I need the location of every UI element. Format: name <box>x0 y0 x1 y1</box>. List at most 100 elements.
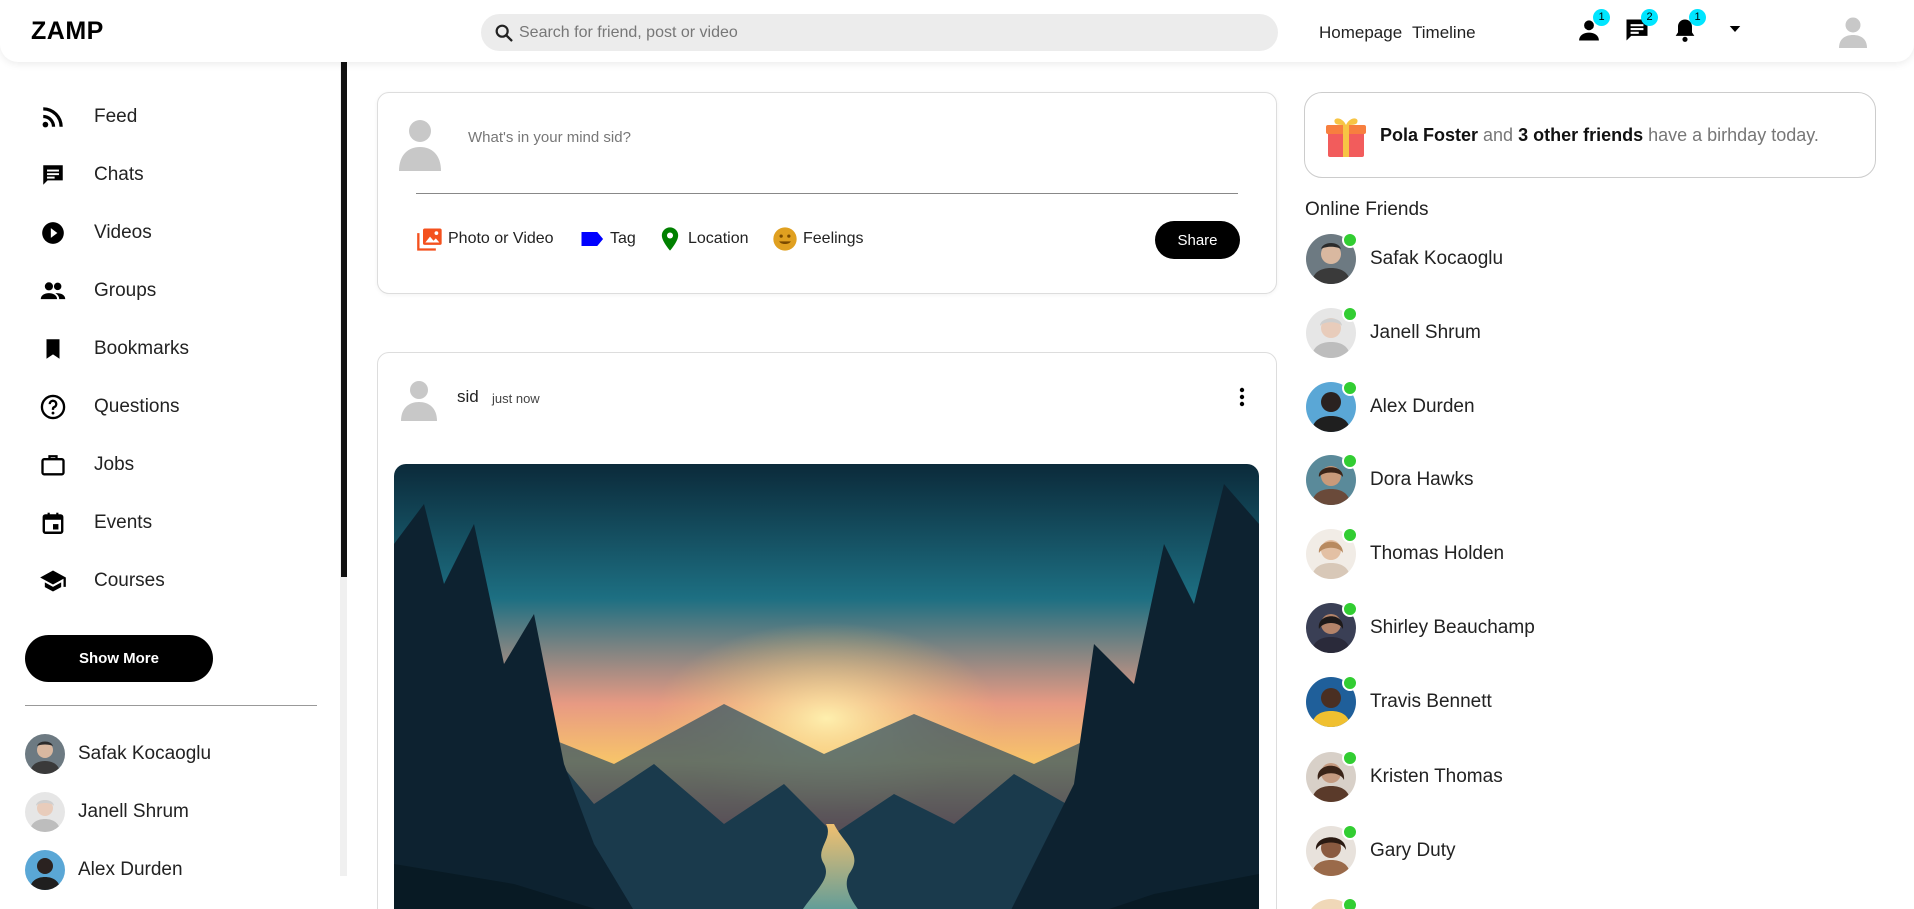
online-status-dot <box>1342 527 1358 543</box>
online-friend-item[interactable]: Thomas Holden <box>1306 527 1504 579</box>
friend-name: Alex Durden <box>78 859 183 880</box>
avatar <box>25 850 65 890</box>
online-friend-item[interactable]: Shirley Beauchamp <box>1306 601 1535 653</box>
sidebar-item-groups[interactable]: Groups <box>24 271 314 311</box>
tag-option[interactable]: Tag <box>578 225 636 253</box>
sidebar-item-label: Groups <box>94 280 157 301</box>
avatar <box>1306 527 1358 579</box>
sidebar-divider <box>25 705 317 706</box>
emoji-icon <box>771 225 799 253</box>
photo-or-video-option[interactable]: Photo or Video <box>416 225 554 253</box>
friend-requests-badge: 1 <box>1593 9 1610 26</box>
messages-button[interactable]: 2 <box>1623 9 1658 44</box>
nav-timeline-link[interactable]: Timeline <box>1412 23 1476 43</box>
sidebar-friend-item[interactable]: Safak Kocaoglu <box>25 734 211 774</box>
online-friend-item[interactable] <box>1306 897 1370 909</box>
online-status-dot <box>1342 897 1358 909</box>
more-vert-icon[interactable] <box>1230 385 1254 409</box>
location-option[interactable]: Location <box>656 225 749 253</box>
left-sidebar: Feed Chats Videos Groups Bookmarks Quest… <box>0 62 340 909</box>
top-bar: ZAMP Homepage Timeline 1 2 1 <box>0 0 1914 62</box>
avatar <box>399 120 441 171</box>
avatar <box>1306 306 1358 358</box>
post-image[interactable] <box>394 464 1259 909</box>
sidebar-item-questions[interactable]: Questions <box>24 387 314 427</box>
sidebar-item-feed[interactable]: Feed <box>24 97 314 137</box>
online-friend-item[interactable]: Travis Bennett <box>1306 675 1492 727</box>
play-circle-icon <box>38 218 68 248</box>
sidebar-friend-item[interactable]: Janell Shrum <box>25 792 189 832</box>
sidebar-friend-item[interactable]: Alex Durden <box>25 850 183 890</box>
location-pin-icon <box>656 225 684 253</box>
friend-name: Janell Shrum <box>1370 322 1481 343</box>
sidebar-item-label: Questions <box>94 396 180 417</box>
online-friend-item[interactable]: Gary Duty <box>1306 824 1456 876</box>
chevron-down-icon[interactable] <box>1726 20 1744 38</box>
online-friend-item[interactable]: Kristen Thomas <box>1306 750 1503 802</box>
birthday-card: Pola Foster and 3 other friends have a b… <box>1304 92 1876 178</box>
show-more-button[interactable]: Show More <box>25 635 213 682</box>
gift-icon <box>1326 118 1366 157</box>
online-status-dot <box>1342 232 1358 248</box>
avatar <box>25 734 65 774</box>
group-icon <box>38 276 68 306</box>
online-friend-item[interactable]: Alex Durden <box>1306 380 1475 432</box>
avatar <box>1306 601 1358 653</box>
avatar <box>1306 750 1358 802</box>
messages-badge: 2 <box>1641 9 1658 26</box>
sidebar-item-jobs[interactable]: Jobs <box>24 445 314 485</box>
sidebar-item-bookmarks[interactable]: Bookmarks <box>24 329 314 369</box>
composer-divider <box>416 193 1238 194</box>
search-bar[interactable] <box>481 14 1278 51</box>
question-icon <box>38 392 68 422</box>
friend-name: Safak Kocaoglu <box>78 743 212 764</box>
sidebar-scrollbar-thumb[interactable] <box>341 62 347 577</box>
sidebar-item-label: Chats <box>94 164 144 185</box>
friend-name: Shirley Beauchamp <box>1370 617 1535 638</box>
avatar[interactable] <box>1836 14 1870 48</box>
notifications-button[interactable]: 1 <box>1671 9 1706 44</box>
online-status-dot <box>1342 306 1358 322</box>
photo-icon <box>416 225 444 253</box>
nav-homepage-link[interactable]: Homepage <box>1319 23 1402 43</box>
search-input[interactable] <box>519 14 1259 51</box>
share-button[interactable]: Share <box>1155 221 1240 259</box>
avatar <box>1306 824 1358 876</box>
online-friend-item[interactable]: Janell Shrum <box>1306 306 1481 358</box>
post-card: sid just now <box>377 352 1277 909</box>
birthday-others[interactable]: 3 other friends <box>1518 125 1643 145</box>
search-icon <box>495 24 513 42</box>
sidebar-item-events[interactable]: Events <box>24 503 314 543</box>
birthday-suffix: have a birhday today. <box>1643 125 1819 145</box>
friend-name: Gary Duty <box>1370 840 1456 861</box>
birthday-name[interactable]: Pola Foster <box>1380 125 1478 145</box>
avatar <box>1306 232 1358 284</box>
friend-name: Travis Bennett <box>1370 691 1492 712</box>
sidebar-item-label: Bookmarks <box>94 338 190 359</box>
online-status-dot <box>1342 750 1358 766</box>
sidebar-item-courses[interactable]: Courses <box>24 561 314 601</box>
friend-name: Safak Kocaoglu <box>1370 248 1504 269</box>
avatar <box>25 792 65 832</box>
sidebar-item-label: Events <box>94 512 153 533</box>
composer-input[interactable]: What's in your mind sid? <box>468 129 631 146</box>
notifications-badge: 1 <box>1689 9 1706 26</box>
friend-name: Janell Shrum <box>78 801 189 822</box>
option-label: Tag <box>610 230 636 247</box>
online-status-dot <box>1342 824 1358 840</box>
friend-name: Alex Durden <box>1370 396 1475 417</box>
sidebar-item-videos[interactable]: Videos <box>24 213 314 253</box>
online-friend-item[interactable]: Dora Hawks <box>1306 453 1473 505</box>
option-label: Photo or Video <box>448 230 554 247</box>
logo[interactable]: ZAMP <box>31 17 104 46</box>
calendar-icon <box>38 508 68 538</box>
feelings-option[interactable]: Feelings <box>771 225 863 253</box>
post-username[interactable]: sid <box>457 387 479 407</box>
sidebar-item-chats[interactable]: Chats <box>24 155 314 195</box>
online-friend-item[interactable]: Safak Kocaoglu <box>1306 232 1504 284</box>
option-label: Location <box>688 230 749 247</box>
friend-requests-button[interactable]: 1 <box>1575 9 1610 44</box>
online-status-dot <box>1342 601 1358 617</box>
avatar <box>1306 453 1358 505</box>
birthday-text: Pola Foster and 3 other friends have a b… <box>1380 125 1819 146</box>
